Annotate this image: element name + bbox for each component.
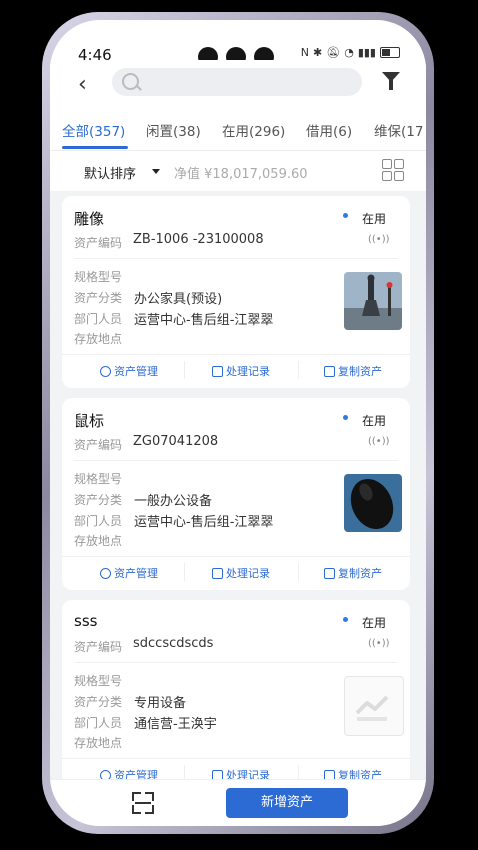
dept-value: 运营中心-售后组-江翠翠 (134, 313, 274, 328)
tab-borrowed[interactable]: 借用(6) (306, 120, 352, 140)
asset-thumbnail[interactable] (344, 272, 402, 330)
dept-label: 部门人员 (74, 514, 123, 528)
manage-icon (100, 365, 111, 377)
rfid-icon: ((•)) (368, 234, 390, 245)
category-value: 一般办公设备 (134, 494, 213, 509)
copy-asset-button[interactable]: 复制资产 (324, 363, 382, 379)
category-label: 资产分类 (74, 493, 123, 507)
status-tabs: 全部(357) 闲置(38) 在用(296) 借用(6) 维保(17 (50, 110, 426, 151)
tab-maintenance[interactable]: 维保(17 (374, 120, 423, 140)
category-value: 办公家具(预设) (134, 292, 223, 307)
records-label: 处理记录 (226, 567, 270, 580)
search-icon (122, 73, 139, 90)
tab-all[interactable]: 全部(357) (62, 120, 125, 140)
asset-thumbnail[interactable] (344, 474, 402, 532)
spec-label: 规格型号 (74, 674, 123, 688)
tab-in-use[interactable]: 在用(296) (222, 120, 285, 140)
asset-manage-button[interactable]: 资产管理 (100, 363, 158, 379)
divider (184, 563, 185, 581)
divider (74, 460, 398, 461)
asset-code: sdccscdscds (133, 636, 214, 651)
asset-title: 鼠标 (74, 412, 105, 430)
location-label: 存放地点 (74, 332, 123, 346)
status-dot (343, 415, 348, 420)
code-label: 资产编码 (74, 640, 123, 654)
back-icon[interactable]: ‹ (78, 72, 87, 97)
sort-dropdown[interactable]: 默认排序 (84, 163, 136, 182)
add-asset-button[interactable]: 新增资产 (226, 788, 348, 818)
spec-label: 规格型号 (74, 472, 123, 486)
divider (298, 563, 299, 581)
code-label: 资产编码 (74, 438, 123, 452)
copy-asset-button[interactable]: 复制资产 (324, 565, 382, 581)
asset-title: 雕像 (74, 210, 105, 228)
tab-idle[interactable]: 闲置(38) (146, 120, 201, 140)
status-dot (343, 617, 348, 622)
bluetooth-icon: ✱ (313, 46, 323, 59)
signal-icon: ▮▮▮ (357, 46, 376, 59)
asset-title: sss (74, 612, 98, 630)
search-row: ‹ (50, 60, 426, 110)
category-value: 专用设备 (134, 696, 187, 711)
asset-code: ZG07041208 (133, 434, 219, 449)
code-label: 资产编码 (74, 236, 123, 250)
dept-value: 运营中心-售后组-江翠翠 (134, 515, 274, 530)
records-button[interactable]: 处理记录 (212, 565, 270, 581)
grid-view-icon[interactable] (382, 159, 404, 181)
divider (74, 662, 398, 663)
image-placeholder-icon[interactable] (344, 676, 404, 736)
chevron-down-icon (152, 169, 160, 174)
filter-icon[interactable] (382, 72, 400, 90)
bottom-bar: 新增资产 (50, 779, 426, 826)
battery-icon (380, 47, 400, 58)
manage-icon (100, 567, 111, 579)
dept-label: 部门人员 (74, 716, 123, 730)
app-screen: 4:46 N ✱ 🔕︎ ◔ ▮▮▮ ‹ 全部(357) 闲置(38) 在用(29… (50, 20, 426, 826)
status-badge: 在用 (362, 212, 387, 226)
location-label: 存放地点 (74, 534, 123, 548)
card-actions: 资产管理 处理记录 复制资产 (62, 556, 410, 581)
status-dot (343, 213, 348, 218)
wifi-icon: ◔ (344, 46, 354, 59)
rfid-icon: ((•)) (368, 436, 390, 447)
phone-frame: 4:46 N ✱ 🔕︎ ◔ ▮▮▮ ‹ 全部(357) 闲置(38) 在用(29… (42, 12, 434, 834)
asset-manage-label: 资产管理 (114, 567, 158, 580)
asset-manage-button[interactable]: 资产管理 (100, 565, 158, 581)
divider (298, 361, 299, 379)
net-value: 净值 ¥18,017,059.60 (174, 167, 308, 182)
category-label: 资产分类 (74, 695, 123, 709)
asset-card[interactable]: 鼠标 在用 资产编码 ZG07041208 ((•)) 规格型号 资产分类 一般… (62, 398, 410, 590)
category-label: 资产分类 (74, 291, 123, 305)
sort-bar: 默认排序 净值 ¥18,017,059.60 (50, 151, 426, 191)
location-label: 存放地点 (74, 736, 123, 750)
records-icon (212, 567, 223, 579)
scan-icon[interactable] (132, 792, 154, 814)
copy-asset-label: 复制资产 (338, 365, 382, 378)
copy-icon (324, 365, 335, 377)
copy-asset-label: 复制资产 (338, 567, 382, 580)
rfid-icon: ((•)) (368, 638, 390, 649)
nfc-icon: N (300, 46, 310, 59)
records-icon (212, 365, 223, 377)
status-badge: 在用 (362, 414, 387, 428)
spec-label: 规格型号 (74, 270, 123, 284)
asset-card[interactable]: 雕像 在用 资产编码 ZB-1006 -23100008 ((•)) 规格型号 … (62, 196, 410, 388)
status-icons: N ✱ 🔕︎ ◔ ▮▮▮ (301, 46, 400, 59)
search-input[interactable] (112, 68, 362, 96)
copy-icon (324, 567, 335, 579)
card-actions: 资产管理 处理记录 复制资产 (62, 354, 410, 379)
asset-code: ZB-1006 -23100008 (133, 232, 264, 247)
records-label: 处理记录 (226, 365, 270, 378)
dept-value: 通信营-王涣宇 (134, 717, 217, 732)
asset-card[interactable]: sss 在用 资产编码 sdccscdscds ((•)) 规格型号 资产分类 … (62, 600, 410, 792)
divider (184, 361, 185, 379)
divider (74, 258, 398, 259)
asset-manage-label: 资产管理 (114, 365, 158, 378)
active-tab-indicator (62, 146, 128, 149)
dept-label: 部门人员 (74, 312, 123, 326)
records-button[interactable]: 处理记录 (212, 363, 270, 379)
mute-icon: 🔕︎ (326, 46, 341, 59)
status-badge: 在用 (362, 616, 387, 630)
